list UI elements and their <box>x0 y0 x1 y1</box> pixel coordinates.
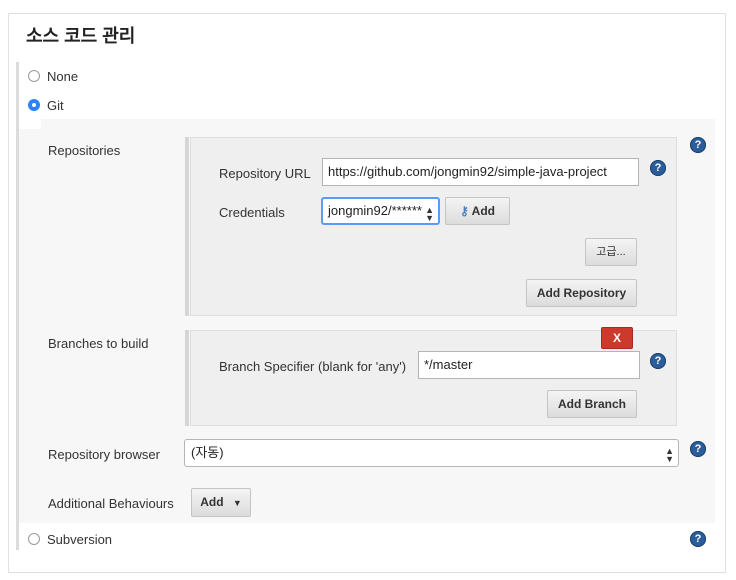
branch-specifier-input[interactable]: */master <box>418 351 640 379</box>
repository-url-label: Repository URL <box>219 166 311 181</box>
updown-arrows-icon: ▲ ▼ <box>425 205 434 223</box>
radio-none[interactable] <box>28 70 40 82</box>
radio-subversion-label[interactable]: Subversion <box>47 532 112 547</box>
repository-browser-value: (자동) <box>191 445 224 460</box>
updown-arrows-icon: ▲ ▼ <box>665 446 674 464</box>
key-icon: ⚷ <box>459 204 469 218</box>
frame-bottom-border <box>8 572 726 573</box>
add-credentials-label: Add <box>471 204 495 218</box>
help-icon[interactable]: ? <box>690 531 706 547</box>
caret-down-icon: ▼ <box>232 498 242 508</box>
add-branch-button[interactable]: Add Branch <box>547 390 637 418</box>
git-panel-notch <box>19 119 41 129</box>
add-behaviour-button[interactable]: Add ▼ <box>191 488 251 517</box>
repository-browser-select[interactable]: (자동) ▲ ▼ <box>184 439 679 467</box>
radio-git[interactable] <box>28 99 40 111</box>
help-icon[interactable]: ? <box>690 441 706 457</box>
add-behaviour-label: Add <box>200 495 224 509</box>
repositories-label: Repositories <box>48 143 121 158</box>
repository-url-input[interactable]: https://github.com/jongmin92/simple-java… <box>322 158 639 186</box>
repository-browser-label: Repository browser <box>48 447 160 462</box>
add-credentials-button[interactable]: ⚷ Add <box>445 197 510 225</box>
repositories-bar <box>185 137 189 316</box>
additional-behaviours-label: Additional Behaviours <box>48 496 174 511</box>
credentials-select[interactable]: jongmin92/****** ▲ ▼ <box>321 197 440 225</box>
frame-right-border <box>725 13 726 573</box>
branches-label: Branches to build <box>48 336 149 351</box>
help-icon[interactable]: ? <box>650 353 666 369</box>
credentials-label: Credentials <box>219 205 285 220</box>
radio-subversion[interactable] <box>28 533 40 545</box>
add-repository-button[interactable]: Add Repository <box>526 279 637 307</box>
frame-left-border <box>8 13 9 573</box>
section-title: 소스 코드 관리 <box>26 26 136 46</box>
radio-none-label[interactable]: None <box>47 69 78 84</box>
radio-git-label[interactable]: Git <box>47 98 64 113</box>
advanced-button[interactable]: 고급... <box>585 238 637 266</box>
branches-bar <box>185 330 189 426</box>
frame-top-border <box>8 13 726 14</box>
help-icon[interactable]: ? <box>650 160 666 176</box>
delete-branch-button[interactable]: X <box>601 327 633 349</box>
branch-specifier-label: Branch Specifier (blank for 'any') <box>219 359 407 374</box>
credentials-value: jongmin92/****** <box>328 203 422 218</box>
help-icon[interactable]: ? <box>690 137 706 153</box>
